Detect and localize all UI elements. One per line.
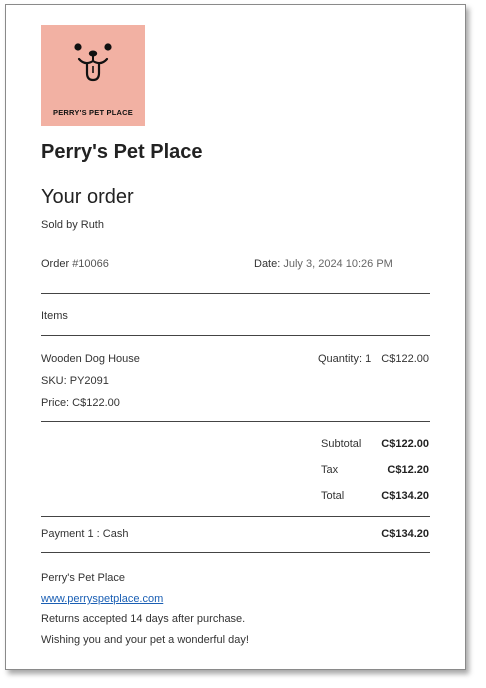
website-link[interactable]: www.perryspetplace.com <box>41 593 163 605</box>
divider <box>41 516 430 517</box>
order-number-value: #10066 <box>72 258 109 270</box>
sold-by-text: Sold by Ruth <box>41 219 104 231</box>
payment-label: Payment 1 : Cash <box>41 528 129 540</box>
returns-policy: Returns accepted 14 days after purchase. <box>41 613 246 625</box>
item-sku: SKU: PY2091 <box>41 375 109 387</box>
tax-value: C$12.20 <box>387 464 429 476</box>
order-date-label: Date: <box>254 258 284 270</box>
dog-face-icon <box>74 43 112 82</box>
total-label: Total <box>321 490 345 502</box>
order-number: Order #10066 <box>41 258 109 270</box>
divider <box>41 421 430 422</box>
total-value: C$134.20 <box>381 490 429 502</box>
items-header: Items <box>41 310 68 322</box>
item-price: Price: C$122.00 <box>41 397 120 409</box>
subtotal-value: C$122.00 <box>381 438 429 450</box>
payment-amount: C$134.20 <box>381 528 429 540</box>
subtotal-label: Subtotal <box>321 438 362 450</box>
tax-label: Tax <box>321 464 339 476</box>
divider <box>41 293 430 294</box>
order-heading: Your order <box>41 186 134 208</box>
order-receipt: PERRY'S PET PLACE Perry's Pet Place Your… <box>5 4 466 670</box>
order-date-value: July 3, 2024 10:26 PM <box>283 258 393 270</box>
item-name: Wooden Dog House <box>41 353 140 365</box>
store-name-title: Perry's Pet Place <box>41 141 203 163</box>
order-number-label: Order <box>41 258 73 270</box>
order-date: Date: July 3, 2024 10:26 PM <box>254 258 393 270</box>
store-logo: PERRY'S PET PLACE <box>41 25 145 126</box>
logo-text: PERRY'S PET PLACE <box>53 108 133 117</box>
footer-store-name: Perry's Pet Place <box>41 572 126 584</box>
closing-message: Wishing you and your pet a wonderful day… <box>41 634 249 646</box>
divider <box>41 335 430 336</box>
divider <box>41 552 430 553</box>
item-quantity: Quantity: 1 <box>318 353 372 365</box>
item-total: C$122.00 <box>381 353 429 365</box>
